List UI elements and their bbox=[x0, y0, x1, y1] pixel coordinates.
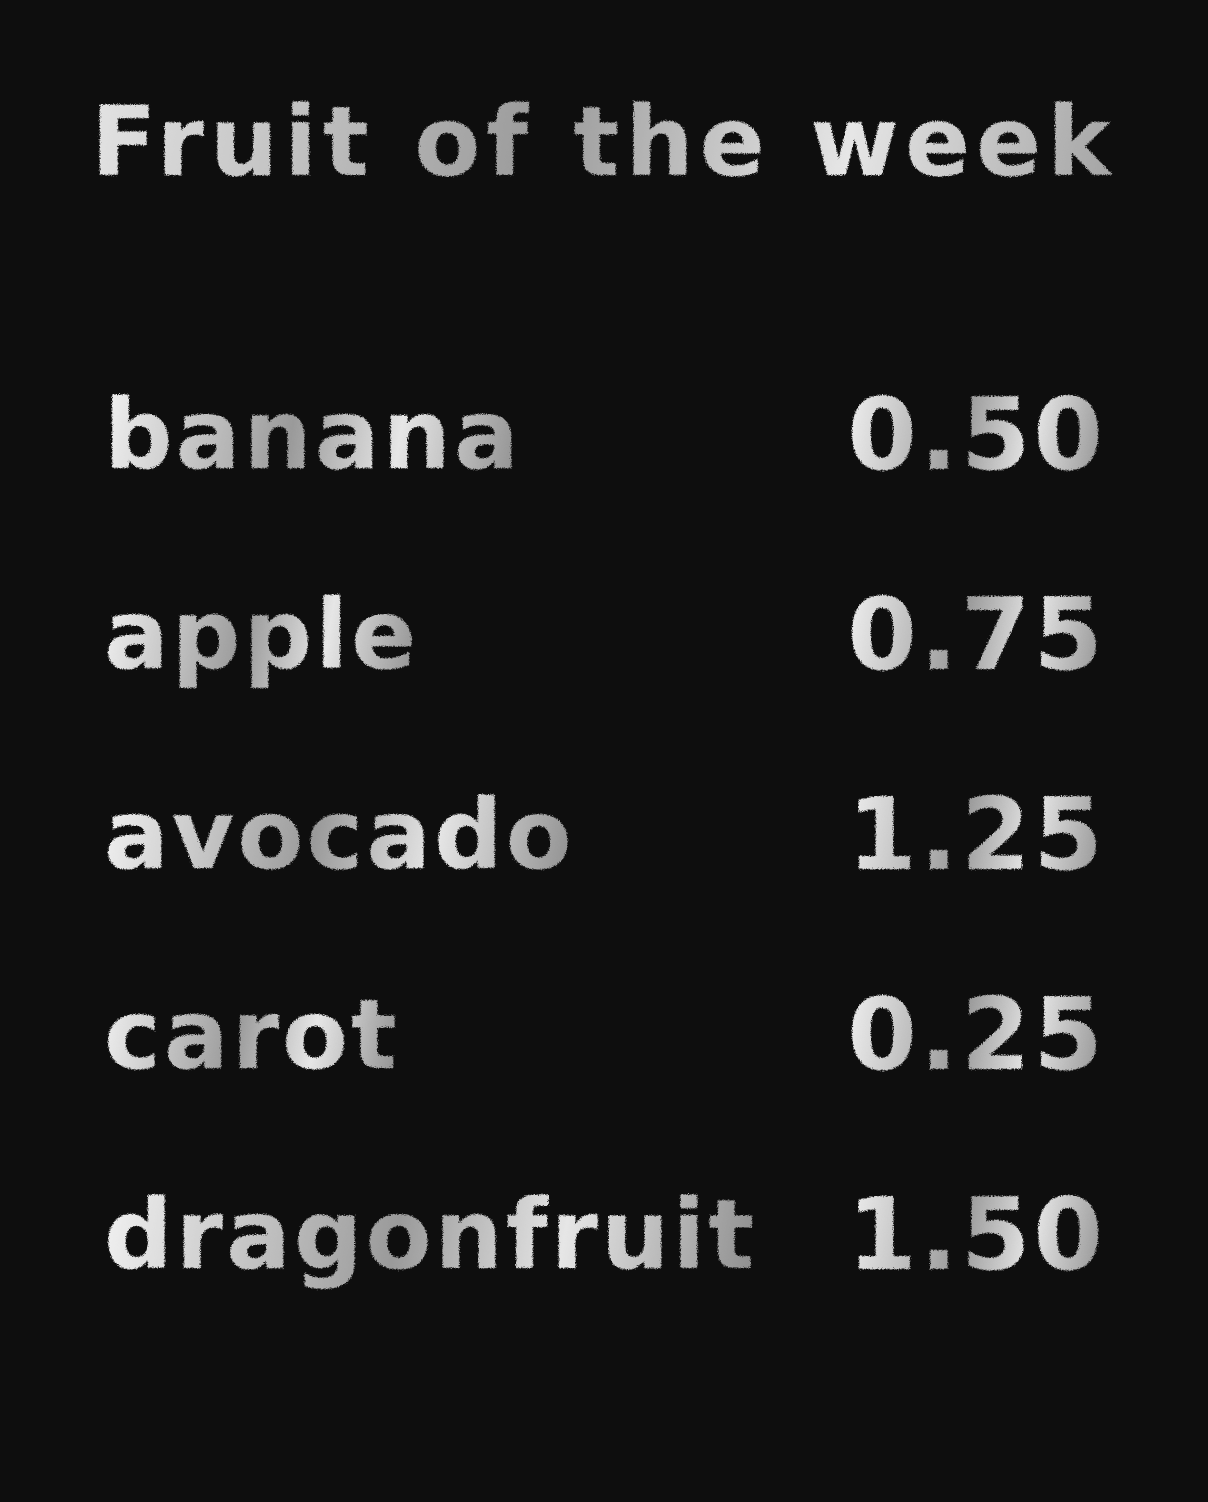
chalkboard-menu: Fruit of the week banana 0.50 apple 0.75… bbox=[0, 0, 1208, 1502]
menu-title: Fruit of the week bbox=[0, 82, 1208, 202]
fruit-name: carot bbox=[104, 979, 400, 1091]
fruit-name: apple bbox=[104, 579, 420, 691]
list-item: dragonfruit 1.50 bbox=[104, 1180, 1106, 1380]
fruit-price: 1.50 bbox=[847, 1176, 1106, 1293]
fruit-name: banana bbox=[104, 379, 522, 491]
fruit-price: 0.50 bbox=[847, 376, 1106, 493]
list-item: carot 0.25 bbox=[104, 980, 1106, 1180]
fruit-price: 0.75 bbox=[847, 576, 1106, 693]
list-item: apple 0.75 bbox=[104, 580, 1106, 780]
list-item: avocado 1.25 bbox=[104, 780, 1106, 980]
fruit-price: 0.25 bbox=[847, 976, 1106, 1093]
fruit-price: 1.25 bbox=[847, 776, 1106, 893]
list-item: banana 0.50 bbox=[104, 380, 1106, 580]
fruit-name: avocado bbox=[104, 779, 575, 891]
fruit-name: dragonfruit bbox=[104, 1179, 758, 1291]
price-list: banana 0.50 apple 0.75 avocado 1.25 caro… bbox=[104, 380, 1106, 1380]
